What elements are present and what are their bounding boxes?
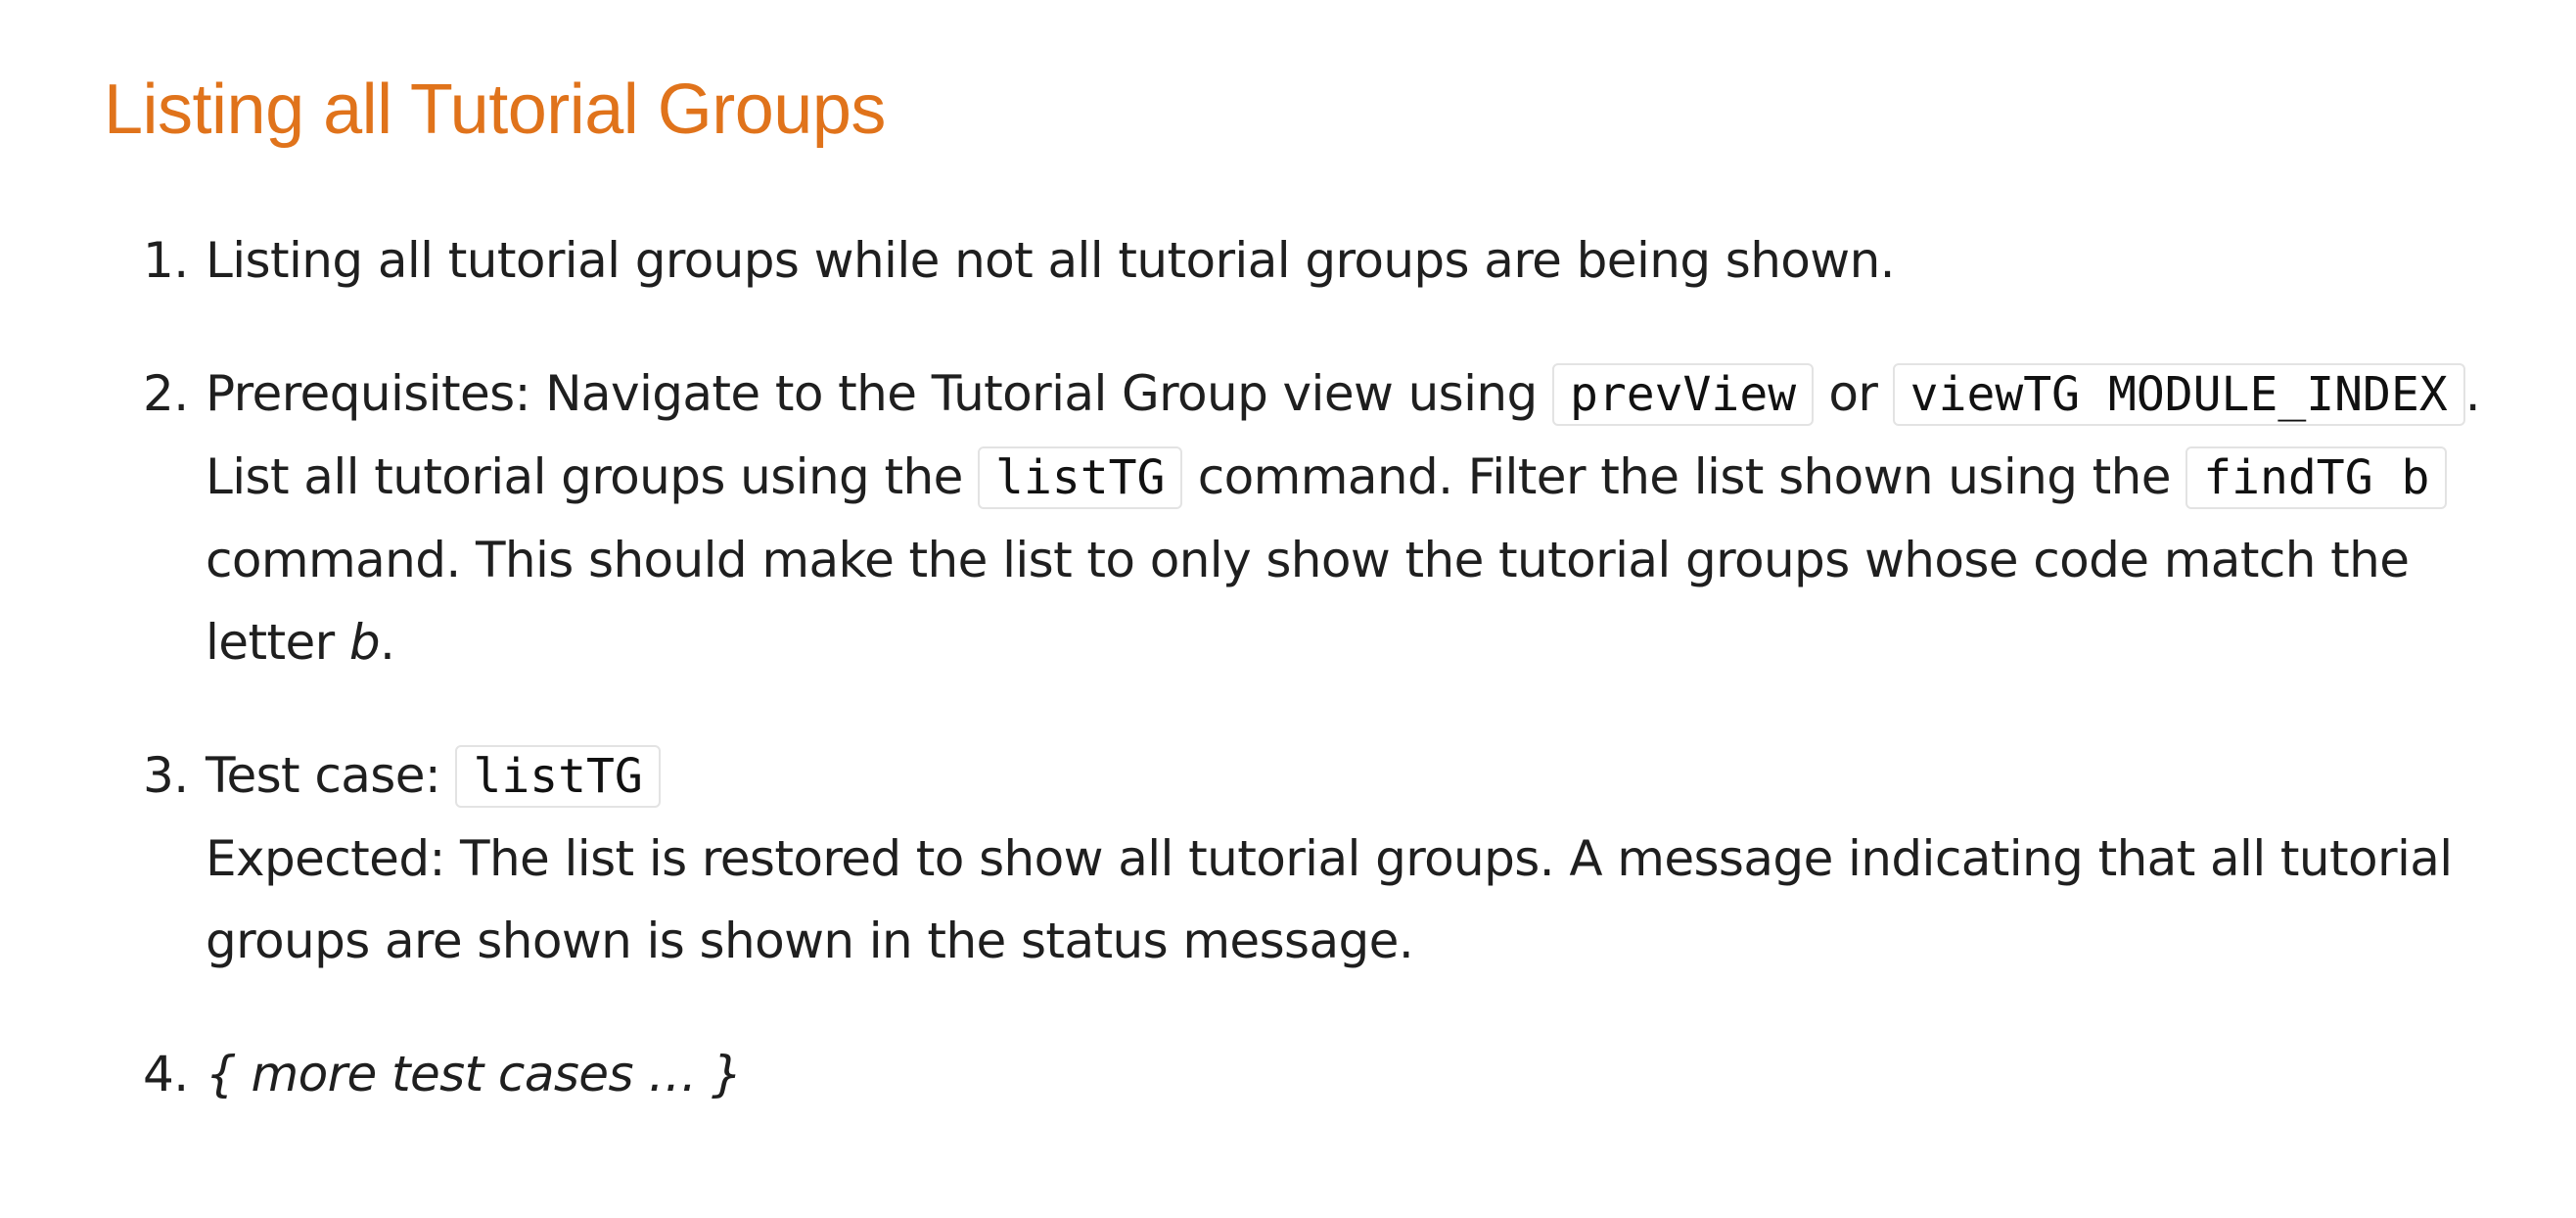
list-item-4: 4. { more test cases … } <box>143 1033 2511 1115</box>
list-item-2: 2. Prerequisites: Navigate to the Tutori… <box>143 352 2511 683</box>
text-should: command. This should make the list to on… <box>206 532 2410 671</box>
code-findtg: findTG b <box>2185 446 2448 509</box>
code-viewtg: viewTG MODULE_INDEX <box>1892 363 2465 426</box>
list-item-1: 1. Listing all tutorial groups while not… <box>143 219 2511 302</box>
section-heading: Listing all Tutorial Groups <box>104 70 886 149</box>
list-item-number: 1. <box>143 232 189 289</box>
document-page: Listing all Tutorial Groups 1. Listing a… <box>0 0 2576 1218</box>
code-listtg-test: listTG <box>455 745 661 808</box>
list-item-text: Listing all tutorial groups while not al… <box>206 232 1896 289</box>
expected-text: Expected: The list is restored to show a… <box>206 830 2453 969</box>
code-listtg: listTG <box>978 446 1183 509</box>
list-item-number: 4. <box>143 1046 189 1102</box>
list-item-3: 3. Test case: listTG Expected: The list … <box>143 734 2511 982</box>
more-test-cases: { more test cases … } <box>206 1046 743 1102</box>
test-steps-list: 1. Listing all tutorial groups while not… <box>143 219 2511 1166</box>
text-period: . <box>380 614 395 671</box>
code-prevview: prevView <box>1551 363 1815 426</box>
test-case-label: Test case: <box>206 747 456 804</box>
prerequisites-text: Prerequisites: Navigate to the Tutorial … <box>206 365 1552 422</box>
text-or: or <box>1814 365 1893 422</box>
list-item-number: 3. <box>143 747 189 804</box>
list-item-number: 2. <box>143 365 189 422</box>
emphasis-letter: b <box>348 614 381 671</box>
text-filter: command. Filter the list shown using the <box>1182 448 2186 505</box>
